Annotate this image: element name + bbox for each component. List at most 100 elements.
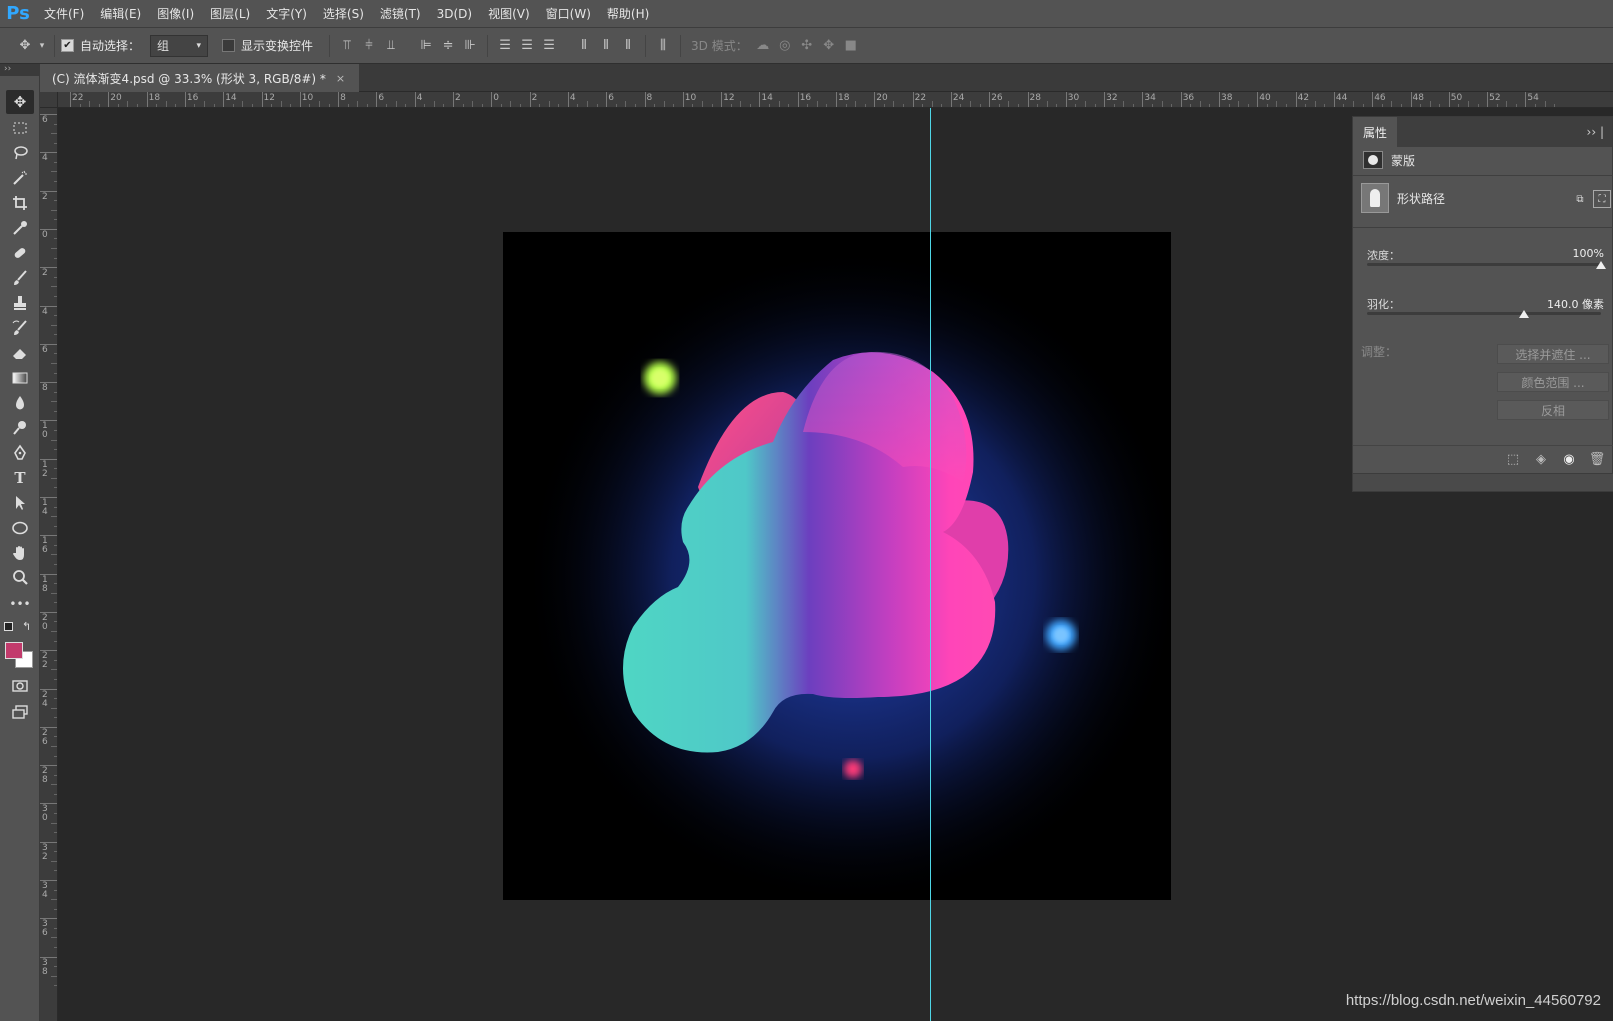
ruler-v-tick bbox=[40, 880, 57, 881]
menu-3d[interactable]: 3D(D) bbox=[429, 0, 480, 28]
menu-view[interactable]: 视图(V) bbox=[480, 0, 538, 28]
document-tab[interactable]: (C) 流体渐变4.psd @ 33.3% (形状 3, RGB/8#) * × bbox=[40, 64, 360, 92]
slide-3d-icon[interactable]: ✥ bbox=[818, 35, 840, 57]
feather-value[interactable]: 140.0 像素 bbox=[1547, 296, 1604, 312]
more-tools-icon[interactable]: ••• bbox=[6, 592, 34, 616]
default-colors-icon[interactable] bbox=[4, 622, 13, 631]
align-vcenter-icon[interactable]: ⫩ bbox=[358, 35, 380, 57]
pen-tool-icon[interactable] bbox=[6, 441, 34, 465]
add-mask-icon[interactable]: ⧉ bbox=[1571, 190, 1589, 208]
zoom-tool-icon[interactable] bbox=[6, 566, 34, 590]
panel-menu-icon[interactable]: ›› | bbox=[1587, 125, 1612, 139]
magic-wand-tool-icon[interactable] bbox=[6, 166, 34, 190]
invert-button[interactable]: 反相 bbox=[1497, 400, 1609, 420]
document-canvas[interactable] bbox=[503, 232, 1171, 900]
align-top-icon[interactable]: ⫪ bbox=[336, 35, 358, 57]
ruler-h-minor-tick bbox=[931, 101, 933, 107]
menu-layer[interactable]: 图层(L) bbox=[202, 0, 258, 28]
ruler-v-minor-tick bbox=[51, 516, 57, 518]
auto-select-checkbox[interactable]: ✔ bbox=[61, 39, 74, 52]
move-tool-preset-icon[interactable]: ✥ bbox=[14, 35, 36, 57]
density-value[interactable]: 100% bbox=[1573, 247, 1604, 260]
screen-mode-icon[interactable] bbox=[6, 700, 34, 724]
close-icon[interactable]: × bbox=[336, 72, 345, 85]
show-transform-checkbox[interactable] bbox=[222, 39, 236, 52]
menu-type[interactable]: 文字(Y) bbox=[258, 0, 315, 28]
distribute-hcenter-icon[interactable]: ⦀ bbox=[595, 35, 617, 57]
lasso-tool-icon[interactable] bbox=[6, 141, 34, 165]
hand-tool-icon[interactable] bbox=[6, 541, 34, 565]
blur-tool-icon[interactable] bbox=[6, 391, 34, 415]
distribute-left-icon[interactable]: ⦀ bbox=[573, 35, 595, 57]
ruler-v-label: 4 bbox=[42, 306, 48, 317]
feather-slider-thumb[interactable] bbox=[1518, 310, 1529, 318]
drag-3d-icon[interactable]: ✣ bbox=[796, 35, 818, 57]
align-bottom-icon[interactable]: ⫫ bbox=[380, 35, 402, 57]
eye-icon[interactable]: ◉ bbox=[1560, 451, 1578, 469]
ruler-h-tick bbox=[338, 92, 340, 107]
ruler-v-minor-tick bbox=[51, 745, 57, 747]
mask-row[interactable]: 蒙版 bbox=[1363, 151, 1415, 169]
toolbox-collapse-handle[interactable]: ›› bbox=[0, 64, 40, 76]
quick-mask-icon[interactable] bbox=[6, 674, 34, 698]
trash-icon[interactable]: 🗑 bbox=[1588, 451, 1606, 469]
apply-vector-mask-icon[interactable]: ⛶ bbox=[1593, 190, 1611, 208]
vertical-guide[interactable] bbox=[930, 108, 931, 1021]
ruler-h-minor-tick bbox=[1046, 101, 1048, 107]
dodge-tool-icon[interactable] bbox=[6, 416, 34, 440]
distribute-right-icon[interactable]: ⦀ bbox=[617, 35, 639, 57]
photoshop-window: Ps 文件(F) 编辑(E) 图像(I) 图层(L) 文字(Y) 选择(S) 滤… bbox=[0, 0, 1613, 1021]
density-slider[interactable] bbox=[1367, 263, 1601, 266]
menu-edit[interactable]: 编辑(E) bbox=[92, 0, 149, 28]
path-selection-tool-icon[interactable] bbox=[6, 491, 34, 515]
distribute-top-icon[interactable]: ☰ bbox=[494, 35, 516, 57]
crop-tool-icon[interactable] bbox=[6, 191, 34, 215]
density-slider-thumb[interactable] bbox=[1596, 261, 1606, 269]
foreground-color-swatch[interactable] bbox=[5, 642, 23, 659]
document-tab-title: (C) 流体渐变4.psd @ 33.3% (形状 3, RGB/8#) * bbox=[52, 71, 326, 86]
ruler-h-label: 4 bbox=[416, 93, 423, 103]
vertical-ruler[interactable]: 6 4 2 0 2 4 6 8 10 12 14 16 18 20 22 24 26 28 30 32 34 36 38 bbox=[40, 108, 58, 1021]
orbit-3d-icon[interactable]: ☁ bbox=[752, 35, 774, 57]
menu-window[interactable]: 窗口(W) bbox=[538, 0, 599, 28]
menu-select[interactable]: 选择(S) bbox=[315, 0, 372, 28]
ruler-origin[interactable] bbox=[40, 92, 58, 108]
ruler-h-minor-tick bbox=[1467, 101, 1469, 107]
align-hcenter-icon[interactable]: ≑ bbox=[437, 35, 459, 57]
menu-help[interactable]: 帮助(H) bbox=[599, 0, 657, 28]
load-selection-icon[interactable]: ⬚ bbox=[1504, 451, 1522, 469]
auto-select-dropdown[interactable]: 组 ▾ bbox=[150, 34, 209, 57]
chevron-down-icon[interactable]: ▾ bbox=[36, 35, 48, 57]
roll-3d-icon[interactable]: ◎ bbox=[774, 35, 796, 57]
healing-brush-tool-icon[interactable] bbox=[6, 241, 34, 265]
move-tool-icon[interactable]: ✥ bbox=[6, 90, 34, 114]
color-range-button[interactable]: 颜色范围 ... bbox=[1497, 372, 1609, 392]
distribute-bottom-icon[interactable]: ☰ bbox=[538, 35, 560, 57]
select-and-mask-button[interactable]: 选择并遮住 ... bbox=[1497, 344, 1609, 364]
eyedropper-tool-icon[interactable] bbox=[6, 216, 34, 240]
horizontal-ruler[interactable]: 22 20 18 16 14 12 10 8 6 4 2 0 2 4 6 8 10 12 14 16 18 20 22 24 2… bbox=[58, 92, 1613, 108]
distribute-vcenter-icon[interactable]: ☰ bbox=[516, 35, 538, 57]
menu-filter[interactable]: 滤镜(T) bbox=[372, 0, 429, 28]
ruler-h-minor-tick bbox=[970, 101, 972, 107]
swap-colors-icon[interactable]: ↰ bbox=[22, 620, 31, 633]
apply-mask-icon[interactable]: ◈ bbox=[1532, 451, 1550, 469]
menu-image[interactable]: 图像(I) bbox=[149, 0, 202, 28]
feather-slider[interactable] bbox=[1367, 312, 1601, 315]
ellipse-tool-icon[interactable] bbox=[6, 516, 34, 540]
panel-resize-bar[interactable] bbox=[1353, 473, 1613, 491]
brush-tool-icon[interactable] bbox=[6, 266, 34, 290]
history-brush-tool-icon[interactable] bbox=[6, 316, 34, 340]
auto-align-icon[interactable]: ⫼ bbox=[652, 35, 674, 57]
clone-stamp-tool-icon[interactable] bbox=[6, 291, 34, 315]
gradient-tool-icon[interactable] bbox=[6, 366, 34, 390]
align-left-icon[interactable]: ⊫ bbox=[415, 35, 437, 57]
properties-tab[interactable]: 属性 bbox=[1353, 117, 1398, 147]
menu-file[interactable]: 文件(F) bbox=[36, 0, 92, 28]
camera-3d-icon[interactable]: ■ bbox=[840, 35, 862, 57]
type-tool-icon[interactable]: T bbox=[6, 466, 34, 490]
marquee-tool-icon[interactable] bbox=[6, 116, 34, 140]
shape-path-row[interactable]: 形状路径 bbox=[1361, 183, 1445, 213]
eraser-tool-icon[interactable] bbox=[6, 341, 34, 365]
align-right-icon[interactable]: ⊪ bbox=[459, 35, 481, 57]
